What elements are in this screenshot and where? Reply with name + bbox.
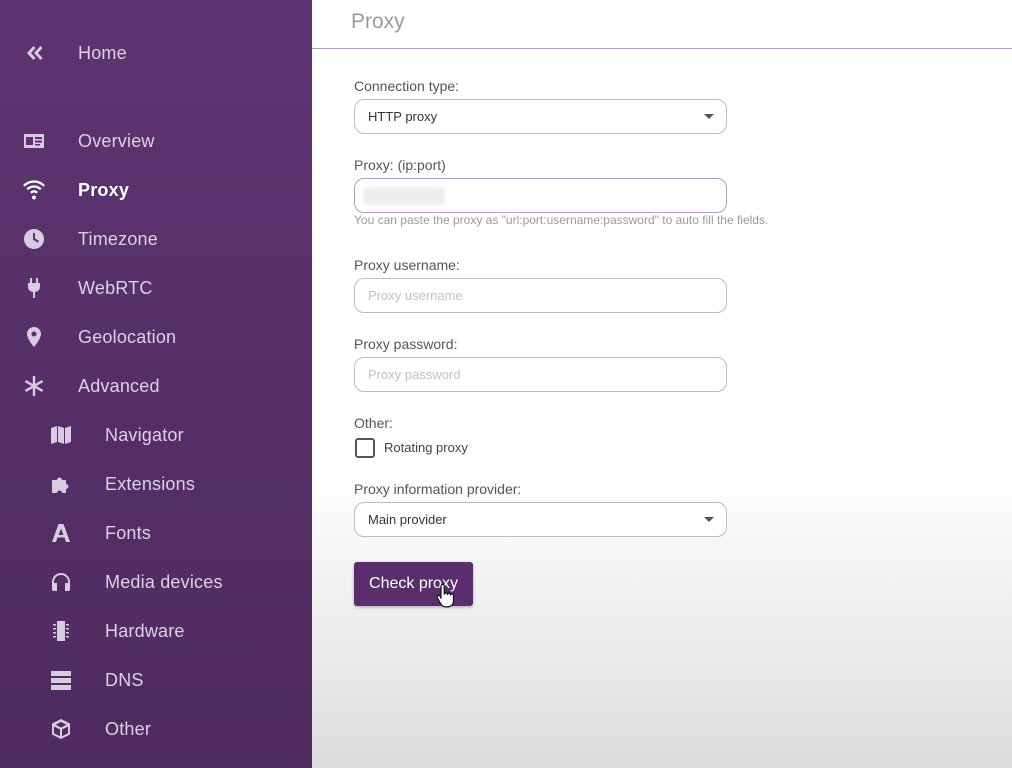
sidebar-item-advanced[interactable]: Advanced: [0, 366, 312, 406]
rotating-proxy-label[interactable]: Rotating proxy: [384, 440, 468, 455]
username-input[interactable]: [354, 278, 727, 313]
sidebar-item-label: Hardware: [105, 620, 185, 641]
proxy-label: Proxy: (ip:port): [354, 157, 446, 173]
sidebar-item-webrtc[interactable]: WebRTC: [0, 268, 312, 308]
sidebar-item-label: Fonts: [105, 522, 152, 543]
sidebar-item-label: Home: [78, 42, 127, 63]
cube-icon: [48, 716, 74, 742]
sidebar: Home Overview Proxy Timezone WebRTC Geol…: [0, 0, 312, 768]
proxy-hint: You can paste the proxy as "url:port:use…: [354, 213, 769, 227]
provider-select[interactable]: Main provider: [354, 502, 727, 537]
sidebar-item-label: Media devices: [105, 571, 223, 592]
sidebar-item-fonts[interactable]: Fonts: [0, 513, 312, 553]
hand-cursor-icon: [436, 584, 454, 608]
sidebar-item-label: Timezone: [78, 228, 158, 249]
chip-icon: [48, 618, 74, 644]
connection-type-value: HTTP proxy: [368, 109, 438, 124]
server-icon: [48, 667, 74, 693]
sidebar-item-navigator[interactable]: Navigator: [0, 415, 312, 455]
proxy-value-redacted: [363, 187, 445, 205]
sidebar-item-timezone[interactable]: Timezone: [0, 219, 312, 259]
map-icon: [48, 422, 74, 448]
provider-label: Proxy information provider:: [354, 481, 522, 497]
sidebar-item-overview[interactable]: Overview: [0, 121, 312, 161]
puzzle-icon: [48, 471, 74, 497]
password-input[interactable]: [354, 357, 727, 392]
clock-icon: [21, 226, 47, 252]
sidebar-item-media-devices[interactable]: Media devices: [0, 562, 312, 602]
other-label: Other:: [354, 415, 393, 431]
sidebar-item-other[interactable]: Other: [0, 709, 312, 749]
sidebar-item-extensions[interactable]: Extensions: [0, 464, 312, 504]
proxy-settings-panel: Proxy Connection type: HTTP proxy Proxy:…: [312, 0, 1012, 768]
sidebar-item-geolocation[interactable]: Geolocation: [0, 317, 312, 357]
rotating-proxy-checkbox[interactable]: [355, 438, 375, 458]
wifi-icon: [21, 177, 47, 203]
sidebar-item-label: Other: [105, 718, 152, 739]
sidebar-item-hardware[interactable]: Hardware: [0, 611, 312, 651]
map-pin-icon: [21, 324, 47, 350]
caret-down-icon: [704, 517, 714, 522]
page-title: Proxy: [351, 10, 405, 33]
connection-type-select[interactable]: HTTP proxy: [354, 99, 727, 134]
provider-value: Main provider: [368, 512, 447, 527]
proxy-input[interactable]: [354, 178, 727, 213]
sidebar-item-home[interactable]: Home: [0, 33, 312, 73]
headphones-icon: [48, 569, 74, 595]
sidebar-item-label: Geolocation: [78, 326, 177, 347]
sidebar-item-label: Extensions: [105, 473, 196, 494]
title-divider: [312, 48, 1012, 49]
sidebar-item-label: Overview: [78, 130, 155, 151]
asterisk-icon: [21, 373, 47, 399]
sidebar-item-label: Proxy: [78, 179, 130, 200]
sidebar-item-label: Advanced: [78, 375, 160, 396]
sidebar-item-dns[interactable]: DNS: [0, 660, 312, 700]
id-card-icon: [21, 128, 47, 154]
sidebar-item-label: DNS: [105, 669, 144, 690]
sidebar-item-label: Navigator: [105, 424, 184, 445]
username-label: Proxy username:: [354, 257, 460, 273]
password-label: Proxy password:: [354, 336, 458, 352]
font-icon: [48, 520, 74, 546]
sidebar-item-proxy[interactable]: Proxy: [0, 170, 312, 210]
check-proxy-button[interactable]: Check proxy: [354, 562, 473, 606]
connection-type-label: Connection type:: [354, 78, 460, 94]
double-chevron-left-icon: [21, 40, 47, 66]
sidebar-item-label: WebRTC: [78, 277, 153, 298]
caret-down-icon: [704, 114, 714, 119]
plug-icon: [21, 275, 47, 301]
